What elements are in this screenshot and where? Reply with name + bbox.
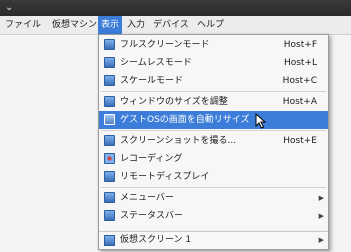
- menu-file[interactable]: ファイル: [2, 16, 44, 34]
- menu-item-fullscreen[interactable]: フルスクリーンモード Host+F: [99, 36, 328, 54]
- menu-item-label: メニューバー: [120, 193, 174, 203]
- scale-icon: [104, 75, 115, 86]
- menu-item-remote-display[interactable]: リモートディスプレイ: [99, 168, 328, 186]
- auto-resize-icon: [104, 114, 115, 125]
- menu-item-label: ウィンドウのサイズを調整: [120, 97, 228, 107]
- menu-input[interactable]: 入力: [124, 16, 148, 34]
- menu-item-label: ステータスバー: [120, 211, 184, 221]
- shortcut-label: Host+E: [283, 136, 317, 146]
- remote-display-icon: [104, 171, 115, 182]
- menu-item-scale[interactable]: スケールモード Host+C: [99, 72, 328, 90]
- menu-item-label: シームレスモード: [120, 58, 192, 68]
- menu-item-auto-resize[interactable]: ゲストOSの画面を自動リサイズ: [99, 111, 328, 129]
- menu-item-virtual-screen[interactable]: 仮想スクリーン 1 ▶: [98, 232, 329, 250]
- menu-item-screenshot[interactable]: スクリーンショットを撮る... Host+E: [99, 132, 328, 150]
- menu-item-label: 仮想スクリーン 1: [120, 235, 192, 245]
- menu-view[interactable]: 表示: [98, 16, 123, 34]
- submenu-arrow-icon: ▶: [318, 194, 324, 202]
- menu-item-recording[interactable]: レコーディング: [99, 150, 328, 168]
- menu-separator: [101, 187, 326, 188]
- menu-item-statusbar[interactable]: ステータスバー ▶: [99, 207, 328, 225]
- statusbar-icon: [104, 210, 115, 221]
- menu-item-label: リモートディスプレイ: [120, 172, 210, 182]
- screenshot-icon: [104, 135, 115, 146]
- menu-item-label: スケールモード: [120, 76, 184, 86]
- menu-item-label: ゲストOSの画面を自動リサイズ: [120, 115, 250, 125]
- menubar-icon: [104, 192, 115, 203]
- shortcut-label: Host+A: [282, 97, 317, 107]
- menu-bar: ファイル 仮想マシン 表示 入力 デバイス ヘルプ: [0, 16, 351, 35]
- menu-devices[interactable]: デバイス: [150, 16, 192, 34]
- menu-item-label: レコーディング: [120, 154, 183, 164]
- menu-help[interactable]: ヘルプ: [194, 16, 227, 34]
- menu-item-adjust-window[interactable]: ウィンドウのサイズを調整 Host+A: [99, 93, 328, 111]
- submenu-arrow-icon: ▶: [318, 212, 324, 220]
- menu-item-menubar[interactable]: メニューバー ▶: [99, 189, 328, 207]
- mouse-cursor-icon: [255, 113, 267, 129]
- window-titlebar: ⌄: [0, 0, 351, 16]
- seamless-icon: [104, 57, 115, 68]
- virtual-screen-icon: [104, 235, 115, 246]
- shortcut-label: Host+C: [282, 76, 317, 86]
- submenu-arrow-icon: ▶: [318, 236, 324, 244]
- menu-separator: [101, 130, 326, 131]
- menu-separator: [101, 91, 326, 92]
- view-menu-dropdown: フルスクリーンモード Host+F シームレスモード Host+L スケールモー…: [98, 34, 329, 232]
- menu-item-label: フルスクリーンモード: [120, 40, 210, 50]
- adjust-window-icon: [104, 96, 115, 107]
- shortcut-label: Host+F: [283, 40, 317, 50]
- chevron-down-icon[interactable]: ⌄: [5, 2, 13, 14]
- menu-item-label: スクリーンショットを撮る...: [120, 136, 237, 146]
- menu-machine[interactable]: 仮想マシン: [49, 16, 100, 34]
- fullscreen-icon: [104, 39, 115, 50]
- recording-icon: [104, 153, 115, 164]
- menu-item-seamless[interactable]: シームレスモード Host+L: [99, 54, 328, 72]
- shortcut-label: Host+L: [283, 58, 317, 68]
